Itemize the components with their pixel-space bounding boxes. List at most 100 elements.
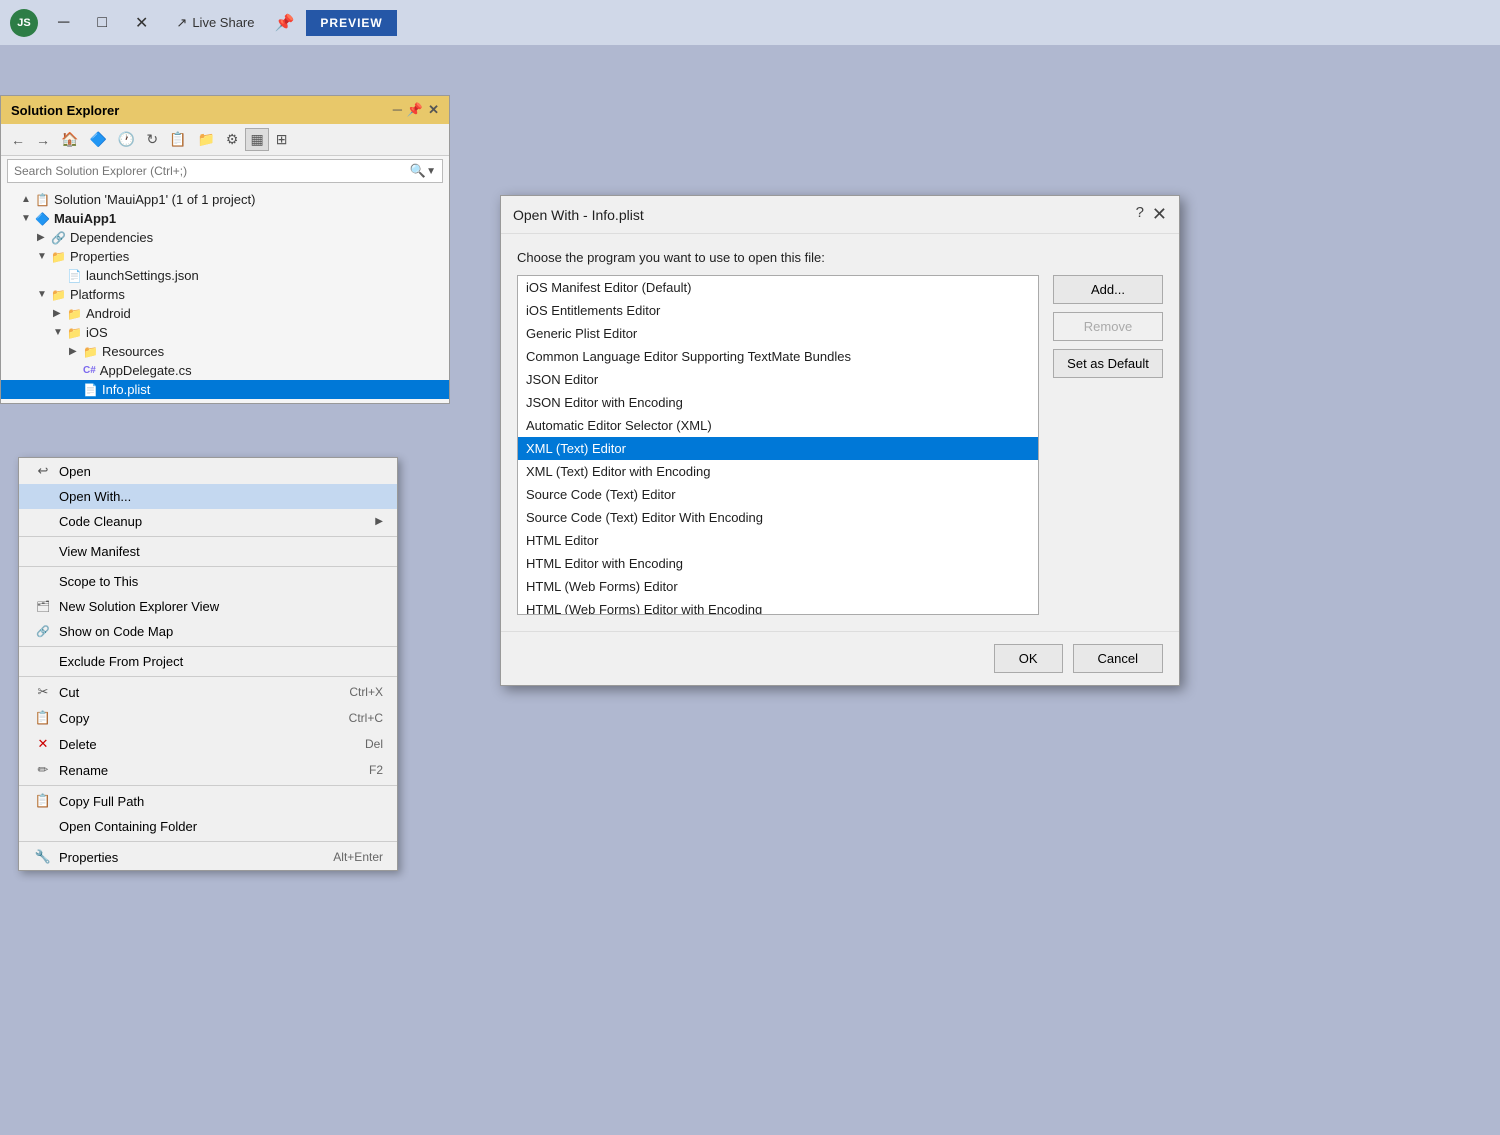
- expand-android: ▶: [53, 308, 65, 319]
- preview-button[interactable]: PREVIEW: [306, 10, 396, 36]
- tree-item-properties[interactable]: ▼ 📁 Properties: [1, 247, 449, 266]
- dialog-close-button[interactable]: ✕: [1152, 204, 1167, 225]
- copy-button2[interactable]: 📋: [165, 129, 190, 150]
- properties-button[interactable]: 🔷: [85, 129, 110, 150]
- dialog-program-list[interactable]: iOS Manifest Editor (Default) iOS Entitl…: [517, 275, 1039, 615]
- expand-solution: ▲: [21, 194, 33, 205]
- pin-header-icon[interactable]: ─: [393, 102, 402, 118]
- search-input[interactable]: [14, 164, 410, 178]
- set-default-button[interactable]: Set as Default: [1053, 349, 1163, 378]
- program-xml-encoding[interactable]: XML (Text) Editor with Encoding: [518, 460, 1038, 483]
- cm-view-manifest-label: View Manifest: [59, 544, 383, 559]
- program-html-editor[interactable]: HTML Editor: [518, 529, 1038, 552]
- cm-rename[interactable]: ✏ Rename F2: [19, 757, 397, 783]
- program-auto-xml[interactable]: Automatic Editor Selector (XML): [518, 414, 1038, 437]
- program-html-webforms-encoding[interactable]: HTML (Web Forms) Editor with Encoding: [518, 598, 1038, 615]
- cm-cut[interactable]: ✂ Cut Ctrl+X: [19, 679, 397, 705]
- open-with-dialog: Open With - Info.plist ? ✕ Choose the pr…: [500, 195, 1180, 686]
- expand-properties: ▼: [37, 251, 49, 262]
- tree-item-resources[interactable]: ▶ 📁 Resources: [1, 342, 449, 361]
- highlight-button[interactable]: ▦: [245, 128, 268, 151]
- separator-2: [19, 566, 397, 567]
- program-xml-text[interactable]: XML (Text) Editor: [518, 437, 1038, 460]
- close-panel-icon[interactable]: ✕: [428, 102, 439, 118]
- tree-item-dependencies[interactable]: ▶ 🔗 Dependencies: [1, 228, 449, 247]
- ok-button[interactable]: OK: [994, 644, 1063, 673]
- cm-copy-full-path[interactable]: 📋 Copy Full Path: [19, 788, 397, 814]
- program-source-code[interactable]: Source Code (Text) Editor: [518, 483, 1038, 506]
- live-share-button[interactable]: ↗ Live Share: [168, 11, 262, 35]
- program-html-webforms[interactable]: HTML (Web Forms) Editor: [518, 575, 1038, 598]
- tree-item-ios[interactable]: ▼ 📁 iOS: [1, 323, 449, 342]
- history-button[interactable]: 🕐: [114, 129, 139, 150]
- dialog-footer: OK Cancel: [501, 631, 1179, 685]
- expand-infoplist: [69, 384, 81, 395]
- folder-button[interactable]: 📁: [193, 129, 218, 150]
- dialog-side-buttons: Add... Remove Set as Default: [1053, 275, 1163, 615]
- refresh-button[interactable]: ↻: [142, 129, 162, 150]
- cm-open[interactable]: ↩ Open: [19, 458, 397, 484]
- program-json-editor[interactable]: JSON Editor: [518, 368, 1038, 391]
- pin-icon2[interactable]: 📌: [407, 102, 423, 118]
- cm-scope-to-this[interactable]: Scope to This: [19, 569, 397, 594]
- cm-copy[interactable]: 📋 Copy Ctrl+C: [19, 705, 397, 731]
- cm-exclude[interactable]: Exclude From Project: [19, 649, 397, 674]
- cm-view-manifest[interactable]: View Manifest: [19, 539, 397, 564]
- program-generic-plist[interactable]: Generic Plist Editor: [518, 322, 1038, 345]
- tree-item-launchsettings[interactable]: 📄 launchSettings.json: [1, 266, 449, 285]
- view-manifest-icon: [33, 544, 53, 559]
- add-button[interactable]: Add...: [1053, 275, 1163, 304]
- maximize-button[interactable]: □: [89, 10, 115, 36]
- minimize-button[interactable]: ─: [50, 10, 77, 36]
- close-button[interactable]: ✕: [127, 9, 156, 37]
- settings-button[interactable]: ⚙: [222, 129, 243, 150]
- platforms-folder-icon: 📁: [51, 288, 66, 302]
- cut-icon: ✂: [33, 684, 53, 700]
- tree-item-android[interactable]: ▶ 📁 Android: [1, 304, 449, 323]
- copy-shortcut: Ctrl+C: [349, 711, 383, 725]
- search-dropdown-icon[interactable]: ▼: [426, 166, 436, 177]
- program-html-encoding[interactable]: HTML Editor with Encoding: [518, 552, 1038, 575]
- code-cleanup-icon: [33, 514, 53, 529]
- cm-show-code-map[interactable]: 🔗 Show on Code Map: [19, 619, 397, 644]
- cm-new-solution-explorer[interactable]: 🗂 New Solution Explorer View: [19, 594, 397, 619]
- code-map-icon: 🔗: [33, 625, 53, 638]
- context-menu: ↩ Open Open With... Code Cleanup ▶ View …: [18, 457, 398, 871]
- tree-item-platforms[interactable]: ▼ 📁 Platforms: [1, 285, 449, 304]
- expand-mauiapp1: ▼: [21, 213, 33, 224]
- dialog-help-icon[interactable]: ?: [1136, 204, 1144, 225]
- program-common-language[interactable]: Common Language Editor Supporting TextMa…: [518, 345, 1038, 368]
- cancel-button[interactable]: Cancel: [1073, 644, 1163, 673]
- tree-item-infoplist[interactable]: 📄 Info.plist: [1, 380, 449, 399]
- cm-open-with[interactable]: Open With...: [19, 484, 397, 509]
- program-ios-manifest[interactable]: iOS Manifest Editor (Default): [518, 276, 1038, 299]
- dialog-titlebar: Open With - Info.plist ? ✕: [501, 196, 1179, 234]
- properties-folder-icon: 📁: [51, 250, 66, 264]
- cm-delete[interactable]: ✕ Delete Del: [19, 731, 397, 757]
- remove-button[interactable]: Remove: [1053, 312, 1163, 341]
- tree-item-mauiapp1[interactable]: ▼ 🔷 MauiApp1: [1, 209, 449, 228]
- copy-icon: 📋: [33, 710, 53, 726]
- forward-button[interactable]: →: [32, 130, 54, 150]
- cm-properties[interactable]: 🔧 Properties Alt+Enter: [19, 844, 397, 870]
- cm-open-containing-folder[interactable]: Open Containing Folder: [19, 814, 397, 839]
- mauiapp1-icon: 🔷: [35, 212, 50, 226]
- cm-code-cleanup[interactable]: Code Cleanup ▶: [19, 509, 397, 534]
- tree-item-solution[interactable]: ▲ 📋 Solution 'MauiApp1' (1 of 1 project): [1, 190, 449, 209]
- back-button[interactable]: ←: [7, 130, 29, 150]
- launchsettings-icon: 📄: [67, 269, 82, 283]
- view-button[interactable]: ⊞: [272, 129, 292, 150]
- tree-item-appdelegate[interactable]: C# AppDelegate.cs: [1, 361, 449, 380]
- program-json-encoding[interactable]: JSON Editor with Encoding: [518, 391, 1038, 414]
- program-ios-entitlements[interactable]: iOS Entitlements Editor: [518, 299, 1038, 322]
- header-icons: ─ 📌 ✕: [393, 102, 439, 118]
- cm-new-solution-label: New Solution Explorer View: [59, 599, 383, 614]
- rename-shortcut: F2: [369, 763, 383, 777]
- rename-icon: ✏: [33, 762, 53, 778]
- dialog-controls: ? ✕: [1136, 204, 1167, 225]
- solution-explorer-header: Solution Explorer ─ 📌 ✕: [1, 96, 449, 124]
- platforms-label: Platforms: [70, 287, 125, 302]
- home-button[interactable]: 🏠: [57, 129, 82, 150]
- program-source-encoding[interactable]: Source Code (Text) Editor With Encoding: [518, 506, 1038, 529]
- se-toolbar: ← → 🏠 🔷 🕐 ↻ 📋 📁 ⚙ ▦ ⊞: [1, 124, 449, 156]
